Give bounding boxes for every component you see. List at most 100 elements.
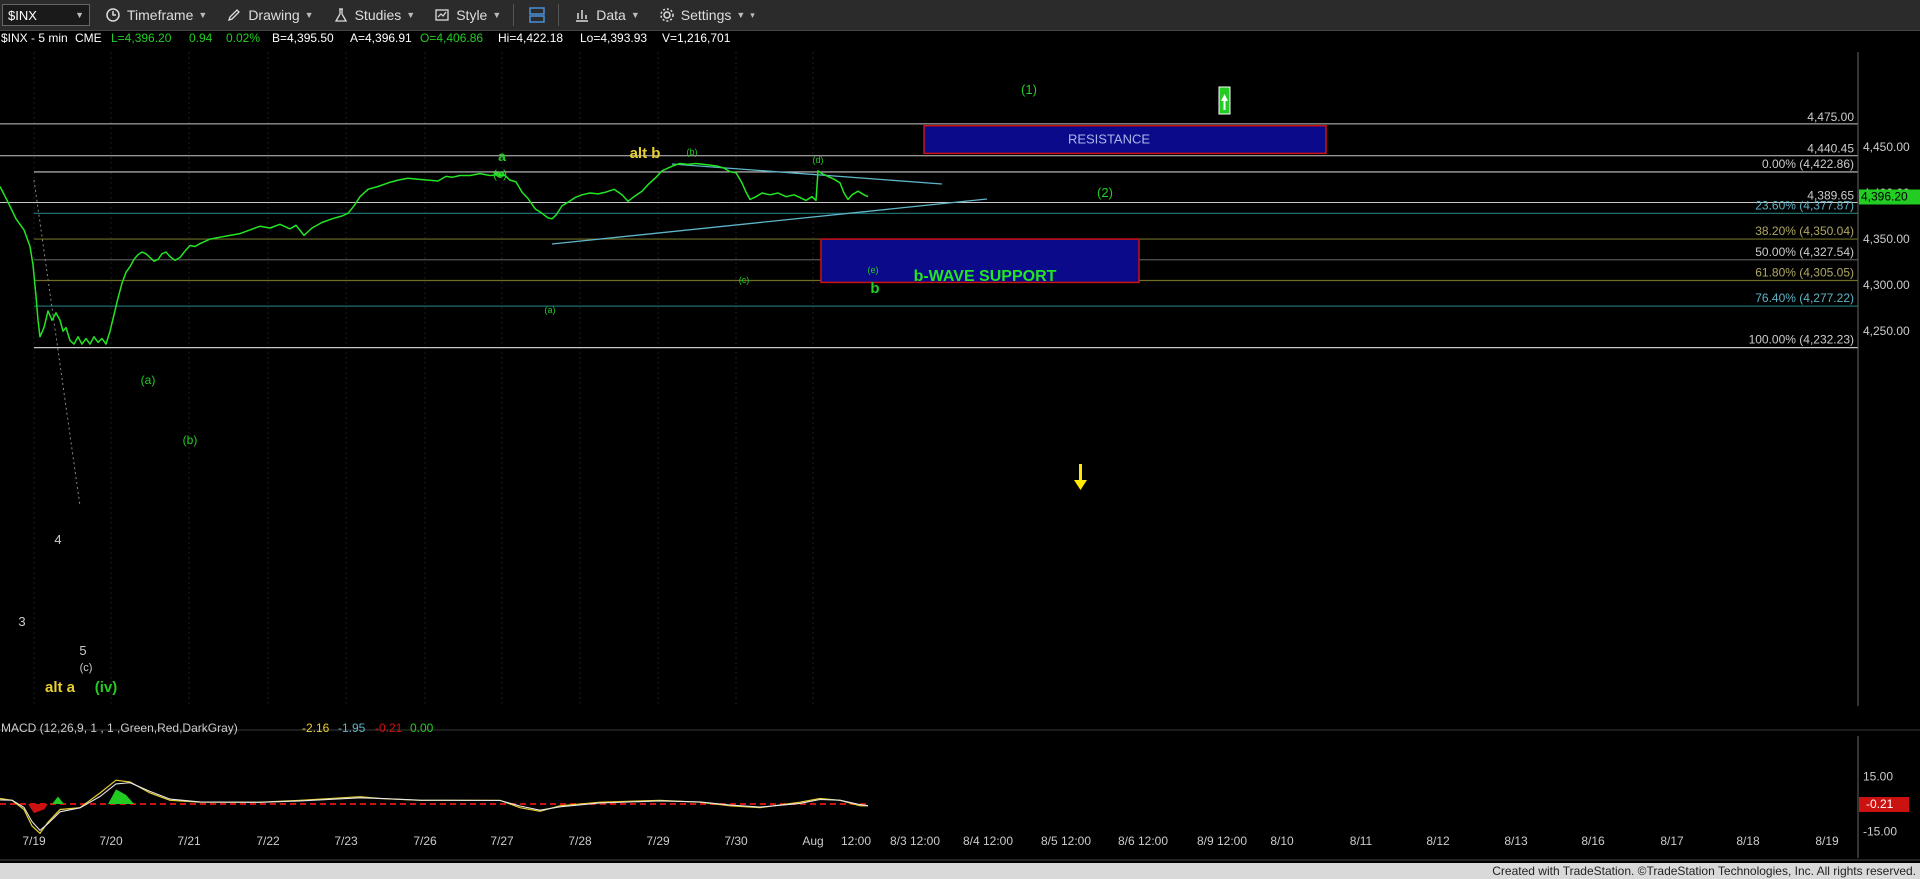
zone-label: b-WAVE SUPPORT: [914, 268, 1057, 285]
studies-menu[interactable]: Studies ▼: [328, 0, 420, 30]
fib-label: 50.00% (4,327.54): [1755, 245, 1854, 259]
time-tick-label: 7/27: [490, 834, 514, 848]
settings-menu[interactable]: Settings ▼ ▾: [654, 0, 759, 30]
last-price-tag-label: 4,396.20: [1861, 190, 1908, 204]
time-tick-label: 8/5 12:00: [1041, 834, 1091, 848]
wave-label: b: [870, 280, 879, 297]
change-pct: 0.02%: [226, 31, 260, 45]
macd-hist-pos: [52, 796, 64, 804]
change: 0.94: [189, 31, 213, 45]
clock-icon: [104, 6, 122, 24]
toolbar: $INX ▼ Timeframe ▼ Drawing ▼ Studies ▼ S…: [0, 0, 1920, 31]
fib-label: 23.60% (4,377.87): [1755, 198, 1854, 212]
time-tick-label: 8/11: [1350, 834, 1373, 848]
chevron-down-icon: ▼: [406, 10, 416, 20]
pencil-icon: [225, 6, 243, 24]
zone-label: RESISTANCE: [1068, 132, 1150, 147]
style-icon: [433, 6, 451, 24]
layout-icon: [528, 6, 546, 24]
chevron-down-icon[interactable]: ▼: [75, 10, 84, 20]
macd-value: -2.16: [302, 721, 330, 735]
wave-label: (c): [80, 662, 93, 674]
style-menu[interactable]: Style ▼: [429, 0, 505, 30]
high: Hi=4,422.18: [498, 31, 563, 45]
wave-label: (2): [1097, 185, 1113, 200]
symbol-interval: $INX - 5 min: [1, 31, 68, 45]
data-menu[interactable]: Data ▼: [569, 0, 644, 30]
drawing-menu[interactable]: Drawing ▼: [221, 0, 317, 30]
chevron-down-icon: ▼: [198, 10, 208, 20]
wave-label: (a): [141, 373, 156, 387]
toolbar-divider: [558, 4, 560, 26]
lower-trendline: [551, 198, 988, 245]
trendlines: [33, 163, 988, 507]
time-axis: 7/19 7/20 7/21 7/22 7/23 7/26 7/27 7/28 7/29 7/30…: [0, 834, 1920, 861]
down-arrow-icon: [1074, 464, 1087, 490]
price-chart[interactable]: $INX - 5 min CME L=4,396.20 0.94 0.02% B…: [0, 30, 1920, 863]
time-tick-label: 8/3 12:00: [890, 834, 940, 848]
wave-label: a: [498, 148, 506, 164]
style-label: Style: [456, 7, 488, 23]
macd-hist-pos: [108, 789, 134, 804]
macd-tick-label: -15.00: [1863, 824, 1897, 838]
wave-label: alt b: [630, 145, 661, 162]
wave-label: (c): [493, 167, 507, 181]
chevron-down-icon: ▼: [304, 10, 314, 20]
wave-label: (b): [687, 147, 698, 157]
footer: Created with TradeStation. ©TradeStation…: [0, 863, 1920, 879]
macd-avg: -1.95: [338, 721, 366, 735]
wave-label: (iv): [95, 679, 118, 696]
macd-zero: 0.00: [410, 721, 434, 735]
flask-icon: [332, 6, 350, 24]
volume: V=1,216,701: [662, 31, 731, 45]
time-tick-label: 7/22: [256, 834, 280, 848]
wave-label: alt a: [45, 679, 76, 696]
symbol-value: $INX: [8, 7, 37, 23]
time-tick-label: 7/28: [568, 834, 592, 848]
time-tick-label: 8/13: [1504, 834, 1528, 848]
macd-title: MACD (12,26,9, 1 , 1 ,Green,Red,DarkGray…: [1, 721, 238, 735]
time-tick-label: 7/30: [724, 834, 748, 848]
chevron-down-icon: ▼: [630, 10, 640, 20]
settings-label: Settings: [680, 7, 732, 23]
ask: A=4,396.91: [350, 31, 412, 45]
level-label: 4,475.00: [1807, 110, 1854, 124]
time-tick-label: 8/9 12:00: [1197, 834, 1247, 848]
exchange: CME: [75, 31, 102, 45]
macd-last-tag-label: -0.21: [1866, 797, 1894, 811]
macd-line: [0, 779, 868, 835]
wave-label: (b): [183, 433, 198, 447]
time-tick-label: 8/12: [1426, 834, 1450, 848]
time-tick-label: 7/20: [99, 834, 123, 848]
last-price: L=4,396.20: [111, 31, 172, 45]
chevron-down-icon: ▼: [736, 10, 746, 20]
time-tick-label: 8/4 12:00: [963, 834, 1013, 848]
wave-label: (c): [739, 275, 750, 285]
chart-area[interactable]: $INX - 5 min CME L=4,396.20 0.94 0.02% B…: [0, 30, 1920, 863]
fib-label: 76.40% (4,277.22): [1755, 291, 1854, 305]
footer-credit: Created with TradeStation. ©TradeStation…: [1492, 864, 1916, 878]
zones: RESISTANCE b-WAVE SUPPORT: [820, 86, 1327, 490]
macd-hist-neg: [28, 804, 48, 814]
bar-chart-icon: [573, 6, 591, 24]
time-tick-label: 7/21: [177, 834, 201, 848]
wave-label: (e): [868, 265, 879, 275]
price-tick-label: 4,300.00: [1863, 278, 1910, 292]
time-tick-label: 8/10: [1270, 834, 1294, 848]
fib-label: 0.00% (4,422.86): [1762, 157, 1854, 171]
time-tick-label: 7/26: [413, 834, 437, 848]
timeframe-menu[interactable]: Timeframe ▼: [100, 0, 211, 30]
time-tick-label: 8/6 12:00: [1118, 834, 1168, 848]
overflow-icon[interactable]: ▾: [750, 10, 755, 21]
price-tick-label: 4,350.00: [1863, 232, 1910, 246]
wave-labels: 3 4 5 (c) alt a (iv) (a) (b) a (c) alt b (b) (a) (c) (…: [18, 82, 1113, 696]
fib-label: 100.00% (4,232.23): [1749, 333, 1854, 347]
time-tick-label: 8/16: [1581, 834, 1605, 848]
macd-diff: -0.21: [375, 721, 403, 735]
wave-label: 4: [54, 532, 61, 547]
time-tick-label: 12:00: [841, 834, 871, 848]
layout-button[interactable]: [524, 0, 550, 30]
toolbar-divider: [513, 4, 515, 26]
price-tick-label: 4,250.00: [1863, 324, 1910, 338]
symbol-input[interactable]: $INX ▼: [2, 4, 90, 26]
